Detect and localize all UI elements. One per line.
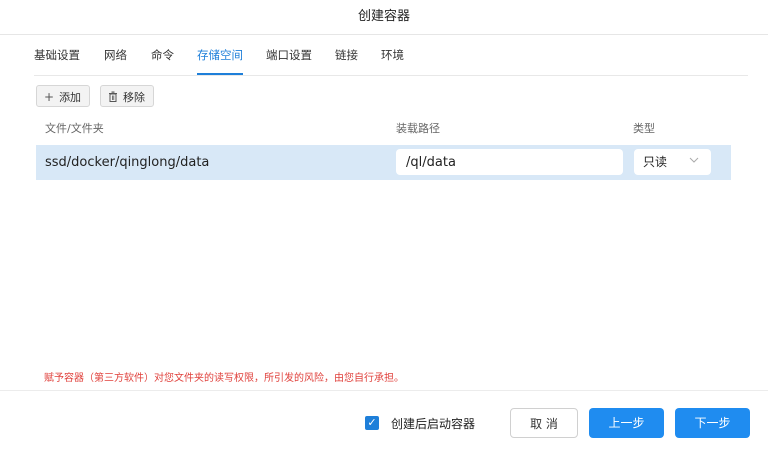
- add-button[interactable]: + 添加: [36, 85, 91, 107]
- tab-environment[interactable]: 环境: [381, 35, 404, 75]
- column-header-file: 文件/文件夹: [45, 122, 104, 135]
- tab-basic-settings[interactable]: 基础设置: [34, 35, 80, 75]
- dialog-title: 创建容器: [0, 0, 768, 35]
- next-step-button[interactable]: 下一步: [675, 408, 750, 438]
- add-button-label: 添加: [59, 91, 82, 104]
- tab-bar: 基础设置 网络 命令 存储空间 端口设置 链接 环境: [34, 35, 748, 76]
- autostart-label[interactable]: 创建后启动容器: [391, 415, 475, 432]
- remove-button[interactable]: 移除: [100, 85, 154, 107]
- tab-port-settings[interactable]: 端口设置: [266, 35, 312, 75]
- risk-warning-text: 赋予容器（第三方软件）对您文件夹的读写权限，所引发的风险，由您自行承担。: [44, 373, 404, 384]
- type-select[interactable]: 只读: [634, 149, 711, 175]
- column-header-mount-path: 装载路径: [396, 122, 440, 135]
- footer-divider: [0, 390, 768, 391]
- cancel-button[interactable]: 取 消: [510, 408, 578, 438]
- plus-icon: +: [44, 90, 55, 104]
- tab-network[interactable]: 网络: [104, 35, 127, 75]
- mount-path-input[interactable]: [396, 149, 623, 175]
- tab-command[interactable]: 命令: [151, 35, 174, 75]
- column-header-type: 类型: [633, 122, 655, 135]
- prev-step-button[interactable]: 上一步: [589, 408, 664, 438]
- autostart-checkbox[interactable]: ✓: [365, 416, 379, 430]
- file-path-cell: ssd/docker/qinglong/data: [45, 155, 210, 170]
- tab-links[interactable]: 链接: [335, 35, 358, 75]
- trash-icon: [108, 86, 118, 108]
- tab-storage[interactable]: 存储空间: [197, 35, 243, 75]
- type-select-value: 只读: [643, 155, 668, 169]
- checkmark-icon: ✓: [367, 416, 377, 429]
- create-container-dialog: 创建容器 基础设置 网络 命令 存储空间 端口设置 链接 环境 + 添加 移除 文…: [0, 0, 768, 457]
- remove-button-label: 移除: [123, 91, 145, 104]
- chevron-down-icon: [689, 149, 699, 175]
- table-row[interactable]: ssd/docker/qinglong/data 只读: [36, 145, 731, 180]
